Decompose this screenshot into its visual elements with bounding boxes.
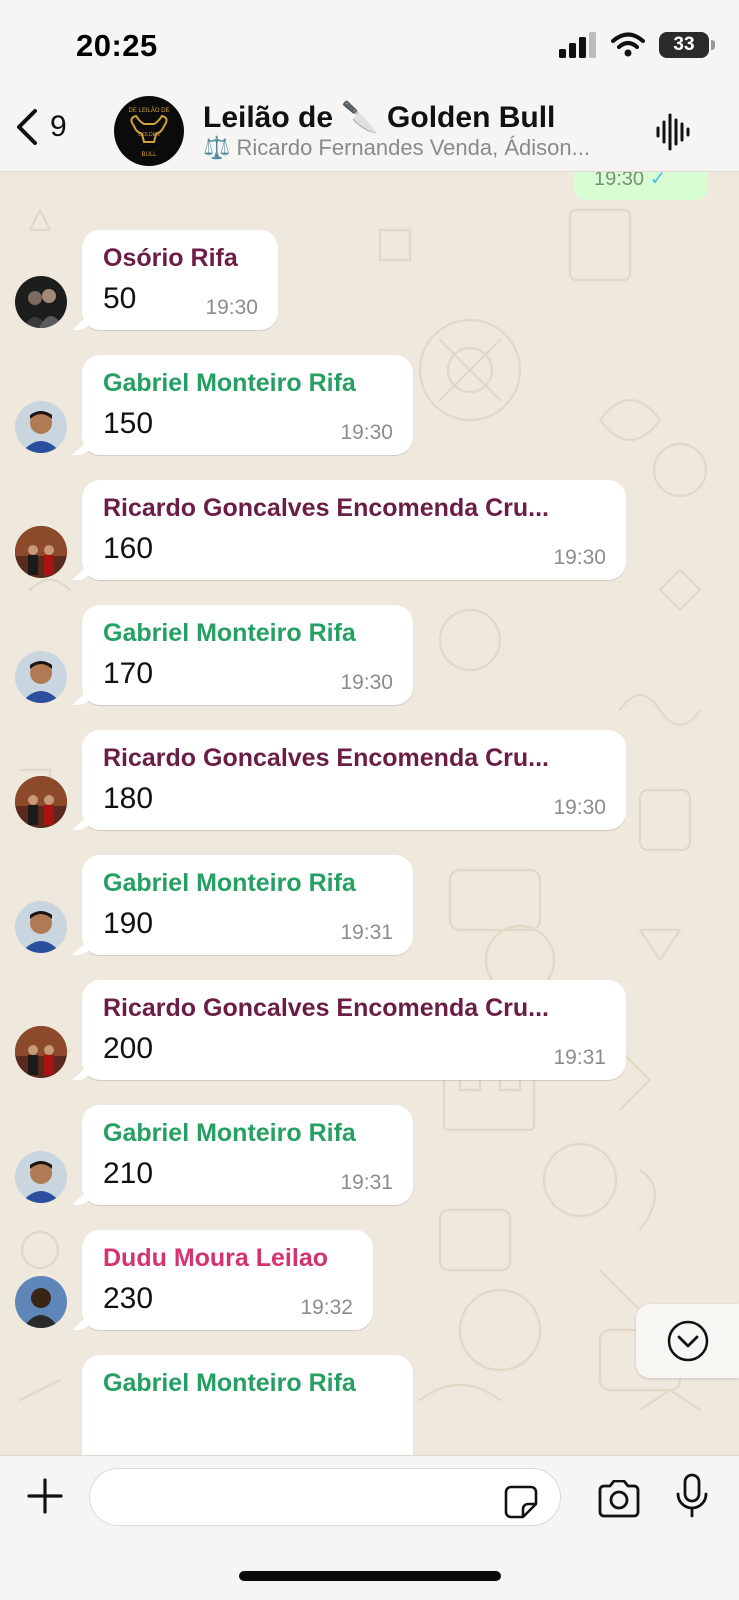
chat-title[interactable]: Leilão de 🔪 Golden Bull <box>203 100 555 135</box>
message-time: 19:30 <box>340 421 393 444</box>
message-text: 50 <box>103 282 137 315</box>
message-list[interactable]: 19:30 ✓ Osório Rifa 50 19:30 Gabriel Mon… <box>0 172 739 1455</box>
message-sender[interactable]: Dudu Moura Leilao <box>103 1244 328 1273</box>
message-bubble[interactable]: Ricardo Goncalves Encomenda Cru... 200 1… <box>82 980 626 1080</box>
scroll-to-bottom-button[interactable] <box>636 1304 739 1378</box>
avatar[interactable] <box>15 1151 67 1203</box>
logo-text-bottom: BULL <box>141 152 157 158</box>
chat-participants[interactable]: ⚖️ Ricardo Fernandes Venda, Ádison... <box>203 135 623 161</box>
cellular-signal-icon <box>559 32 596 58</box>
message-text: 150 <box>103 407 154 440</box>
message-text: 170 <box>103 657 154 690</box>
wifi-icon <box>611 32 645 57</box>
microphone-icon[interactable] <box>675 1472 709 1520</box>
camera-icon[interactable] <box>596 1480 642 1518</box>
message-time: 19:30 <box>553 796 606 819</box>
message-sender[interactable]: Ricardo Goncalves Encomenda Cru... <box>103 994 549 1023</box>
message-bubble[interactable]: Gabriel Monteiro Rifa 210 19:31 <box>82 1105 413 1205</box>
sticker-icon[interactable] <box>503 1484 539 1520</box>
home-indicator <box>239 1571 501 1581</box>
message-time: 19:30 <box>594 172 645 190</box>
message-sender[interactable]: Gabriel Monteiro Rifa <box>103 1369 356 1398</box>
battery-level: 33 <box>673 34 695 55</box>
outgoing-message-partial[interactable]: 19:30 ✓ <box>574 172 708 200</box>
message-time: 19:32 <box>300 1296 353 1319</box>
message-sender[interactable]: Osório Rifa <box>103 244 238 273</box>
message-time: 19:30 <box>340 671 393 694</box>
message-bubble[interactable]: Gabriel Monteiro Rifa 190 19:31 <box>82 855 413 955</box>
message-bubble[interactable]: Ricardo Goncalves Encomenda Cru... 180 1… <box>82 730 626 830</box>
image-preview[interactable] <box>102 1415 302 1455</box>
message-input[interactable] <box>89 1468 561 1526</box>
message-sender[interactable]: Gabriel Monteiro Rifa <box>103 369 356 398</box>
battery-indicator: 33 <box>659 32 715 58</box>
avatar[interactable] <box>15 1276 67 1328</box>
message-text: 200 <box>103 1032 154 1065</box>
avatar[interactable] <box>15 276 67 328</box>
message-sender[interactable]: Gabriel Monteiro Rifa <box>103 1119 356 1148</box>
waveform-icon[interactable] <box>655 112 691 152</box>
message-sender[interactable]: Gabriel Monteiro Rifa <box>103 869 356 898</box>
golden-bull-logo: DE LEILÃO DE GOLDEN BULL <box>115 97 183 165</box>
avatar[interactable] <box>15 901 67 953</box>
message-bubble[interactable]: Gabriel Monteiro Rifa 170 19:30 <box>82 605 413 705</box>
read-check-icon: ✓ <box>649 172 667 190</box>
message-sender[interactable]: Gabriel Monteiro Rifa <box>103 619 356 648</box>
message-text: 180 <box>103 782 154 815</box>
back-button[interactable]: 9 <box>14 108 67 146</box>
message-text: 230 <box>103 1282 154 1315</box>
avatar[interactable] <box>15 776 67 828</box>
avatar[interactable] <box>15 401 67 453</box>
avatar[interactable] <box>15 1026 67 1078</box>
message-bubble[interactable]: Osório Rifa 50 19:30 <box>82 230 278 330</box>
logo-text-mid: GOLDEN <box>138 132 160 138</box>
status-icons: 33 <box>559 32 715 58</box>
chevron-left-icon <box>17 109 37 145</box>
message-time: 19:31 <box>340 1171 393 1194</box>
unread-count: 9 <box>50 110 67 143</box>
chevron-down-circle-icon <box>667 1320 708 1362</box>
message-bubble[interactable]: Gabriel Monteiro Rifa 150 19:30 <box>82 355 413 455</box>
avatar[interactable] <box>15 526 67 578</box>
message-bubble[interactable]: Ricardo Goncalves Encomenda Cru... 160 1… <box>82 480 626 580</box>
message-text: 160 <box>103 532 154 565</box>
status-time: 20:25 <box>76 28 158 63</box>
top-bar: 20:25 33 9 DE LEILÃO DE GOLDEN BULL Leil… <box>0 0 739 172</box>
message-time: 19:31 <box>553 1046 606 1069</box>
message-time: 19:30 <box>553 546 606 569</box>
message-text: 210 <box>103 1157 154 1190</box>
message-time: 19:30 <box>205 296 258 319</box>
message-sender[interactable]: Ricardo Goncalves Encomenda Cru... <box>103 744 549 773</box>
logo-text-top: DE LEILÃO DE <box>128 107 169 114</box>
message-text: 190 <box>103 907 154 940</box>
message-composer <box>0 1455 739 1600</box>
message-bubble[interactable]: Gabriel Monteiro Rifa <box>82 1355 413 1455</box>
message-sender[interactable]: Ricardo Goncalves Encomenda Cru... <box>103 494 549 523</box>
group-avatar[interactable]: DE LEILÃO DE GOLDEN BULL <box>114 96 184 166</box>
message-bubble[interactable]: Dudu Moura Leilao 230 19:32 <box>82 1230 373 1330</box>
message-time: 19:31 <box>340 921 393 944</box>
avatar[interactable] <box>15 651 67 703</box>
plus-icon[interactable] <box>25 1476 65 1516</box>
